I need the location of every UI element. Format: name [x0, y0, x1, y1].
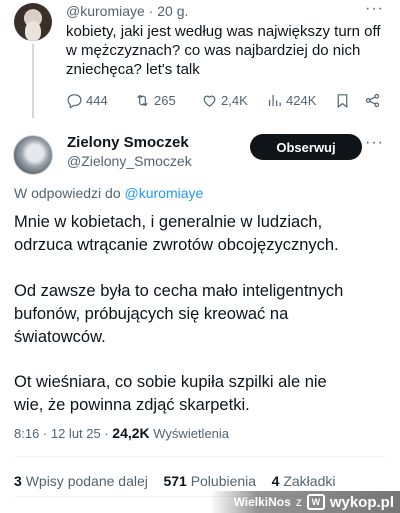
tweet-time-date[interactable]: 8:16 · 12 lut 25 ·: [14, 426, 109, 441]
share-button[interactable]: [364, 90, 381, 110]
reposts-stat-label: Wpisy podane dalej: [25, 473, 148, 489]
more-options-icon[interactable]: ···: [365, 134, 384, 152]
repost-button[interactable]: 265: [134, 90, 176, 110]
bookmarks-stat-label: Zakładki: [283, 473, 336, 489]
parent-avatar[interactable]: [14, 3, 52, 41]
bookmark-button[interactable]: [334, 90, 351, 110]
author-display-name[interactable]: Zielony Smoczek: [67, 134, 189, 151]
tweet-header: Zielony Smoczek @Zielony_Smoczek Obserwu…: [0, 122, 400, 182]
tweet-text-line: Ot wieśniara, co sobie kupiła szpilki al…: [14, 373, 327, 391]
parent-action-bar: 444 265 2,4K 424K: [66, 90, 386, 110]
tweet-paragraph: Mnie w kobietach, i generalnie w ludziac…: [14, 211, 390, 257]
tweet-text-line: wie, że powinna zdjąć skarpetki.: [14, 396, 250, 414]
bookmarks-stat-count: 4: [271, 473, 280, 489]
reply-icon: [67, 93, 82, 109]
parent-text-line: w mężczyznach? co was najbardziej do nic…: [66, 42, 361, 59]
parent-tweet-text: kobiety, jaki jest według was największy…: [66, 22, 390, 79]
likes-stat-label: Polubienia: [190, 473, 257, 489]
wykop-watermark: WielkiNos z W wykop.pl: [210, 491, 400, 513]
repost-count: 265: [154, 92, 176, 108]
watermark-brand: wykop.pl: [329, 493, 394, 511]
tweet-text-line: Od zawsze była to cecha mało inteligentn…: [14, 282, 344, 300]
parent-handle-time[interactable]: @kuromiaye · 20 g.: [66, 3, 188, 19]
reply-count: 444: [86, 92, 108, 108]
like-count: 2,4K: [221, 92, 248, 108]
share-icon: [365, 93, 380, 107]
repost-icon: [137, 94, 148, 106]
wykop-logo-icon: W: [306, 494, 325, 510]
author-handle[interactable]: @Zielony_Smoczek: [67, 153, 192, 169]
follow-button[interactable]: Obserwuj: [250, 134, 362, 160]
watermark-user: WielkiNos: [233, 495, 291, 509]
watermark-separator: z: [295, 495, 302, 509]
tweet-paragraph: Ot wieśniara, co sobie kupiła szpilki al…: [14, 371, 390, 417]
thread-line: [32, 44, 34, 118]
tweet-views-count: 24,2K: [112, 425, 150, 441]
parent-text-line: zniechęca? let's talk: [66, 61, 200, 78]
author-avatar[interactable]: [13, 135, 53, 175]
views-button[interactable]: 424K: [266, 90, 316, 110]
like-button[interactable]: 2,4K: [201, 90, 248, 110]
bookmark-icon: [337, 93, 348, 108]
heart-icon: [203, 95, 216, 107]
parent-text-line: kobiety, jaki jest według was największy…: [66, 23, 381, 40]
reposts-stat[interactable]: 3 Wpisy podane dalej: [14, 473, 148, 489]
likes-stat-count: 571: [163, 473, 187, 489]
tweet-timestamp: 8:16 · 12 lut 25 · 24,2K Wyświetlenia: [14, 425, 229, 441]
tweet-views-label: Wyświetlenia: [153, 426, 230, 441]
tweet-stats: 3 Wpisy podane dalej 571 Polubienia 4 Za…: [14, 473, 335, 489]
parent-more-options-icon[interactable]: ···: [365, 0, 384, 18]
reply-context: W odpowiedzi do @kuromiaye: [14, 185, 203, 201]
views-count: 424K: [286, 92, 317, 108]
tweet-text-line: światowców.: [14, 328, 106, 346]
reply-mention-link[interactable]: @kuromiaye: [125, 185, 204, 201]
tweet-text-line: bufonów, próbujących się kreować na: [14, 305, 289, 323]
tweet-paragraph: Od zawsze była to cecha mało inteligentn…: [14, 280, 390, 349]
likes-stat[interactable]: 571 Polubienia: [163, 473, 256, 489]
tweet-text-line: Mnie w kobietach, i generalnie w ludziac…: [14, 213, 323, 231]
parent-tweet[interactable]: @kuromiaye · 20 g. ··· kobiety, jaki jes…: [0, 0, 400, 118]
tweet-text-line: odrzuca wtrącanie zwrotów obcojęzycznych…: [14, 236, 339, 254]
reply-prefix: W odpowiedzi do: [14, 185, 121, 201]
bookmarks-stat[interactable]: 4 Zakładki: [272, 473, 336, 489]
reply-button[interactable]: 444: [66, 90, 108, 110]
views-chart-icon: [268, 94, 281, 106]
divider: [14, 456, 386, 457]
reposts-stat-count: 3: [14, 473, 22, 489]
